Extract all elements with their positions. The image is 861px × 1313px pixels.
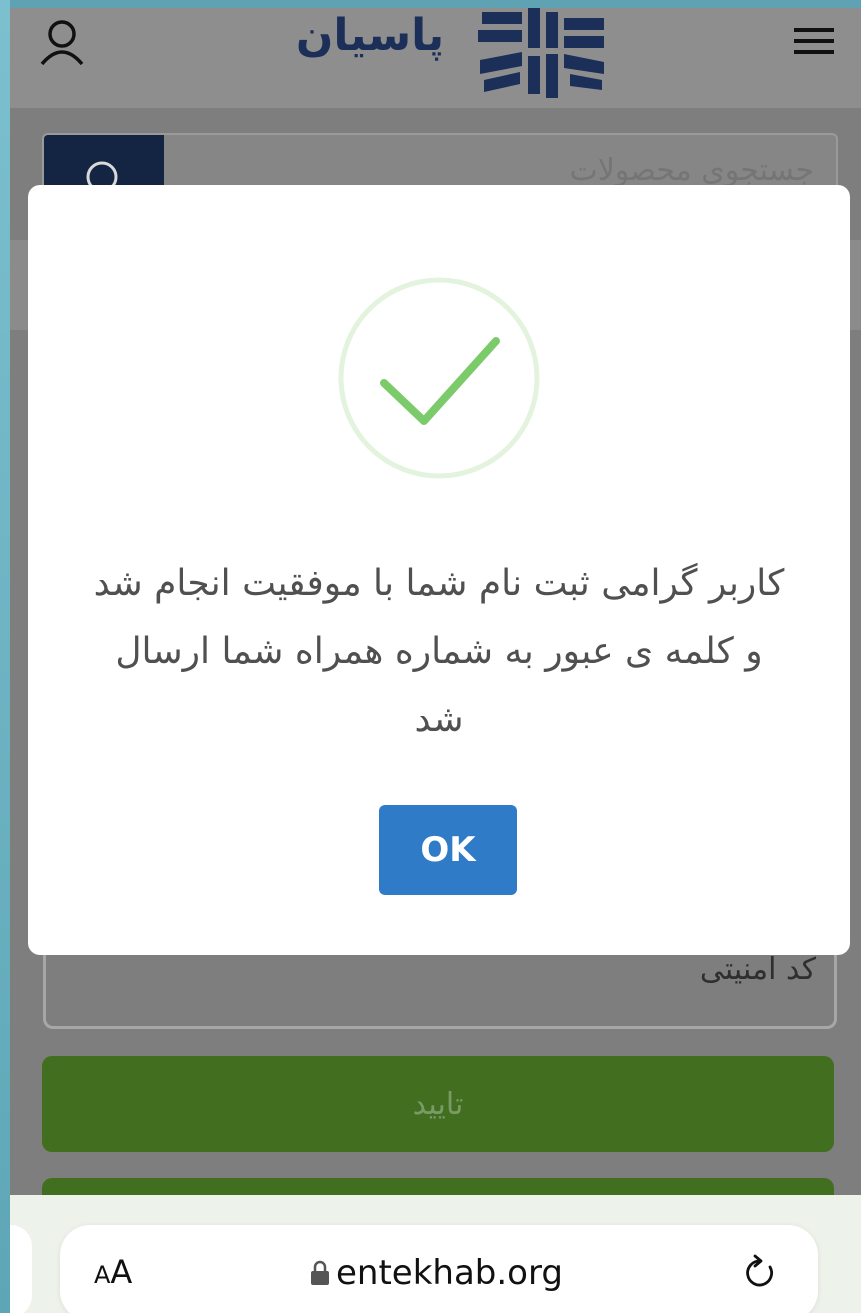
checkmark-icon <box>338 277 540 479</box>
reader-aa-button[interactable]: AA <box>94 1253 132 1291</box>
lock-icon <box>311 1260 329 1285</box>
browser-bottom-bar: AA entekhab.org <box>10 1195 861 1313</box>
address-bar[interactable]: AA entekhab.org <box>60 1225 818 1313</box>
modal-message: کاربر گرامی ثبت نام شما با موفقیت انجام … <box>93 563 785 740</box>
submit-button[interactable]: تایید <box>42 1056 834 1152</box>
url-text: entekhab.org <box>336 1253 563 1293</box>
user-icon[interactable] <box>38 18 86 68</box>
url-display[interactable]: entekhab.org <box>310 1251 563 1295</box>
device-frame-edge <box>0 0 10 1313</box>
previous-tab[interactable] <box>10 1225 32 1313</box>
browser-viewport: پاسیان جستجوی محصولات کد امنیتی تایید کا… <box>10 8 861 1313</box>
captcha-label: کد امنیتی <box>699 952 816 987</box>
success-modal: کاربر گرامی ثبت نام شما با موفقیت انجام … <box>28 185 850 955</box>
site-header: پاسیان <box>10 8 861 108</box>
logo-emblem-icon[interactable] <box>280 8 610 98</box>
reload-icon[interactable] <box>742 1253 778 1293</box>
hamburger-menu-icon[interactable] <box>792 24 836 58</box>
ok-button[interactable]: OK <box>379 805 517 895</box>
